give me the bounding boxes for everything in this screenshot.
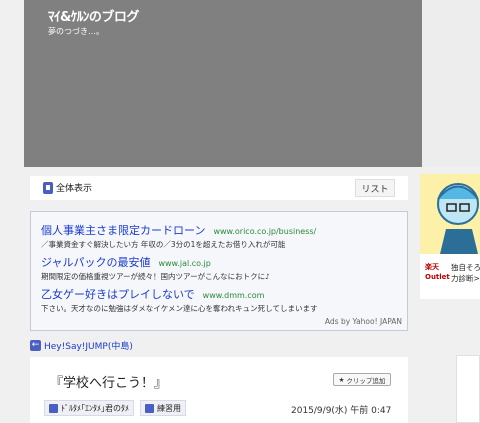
ad-description: ／事業資金すぐ解決したい方 年収の／3分の1を超えたお借り入れが可能 bbox=[41, 240, 286, 249]
folder-icon bbox=[145, 403, 154, 413]
post-title[interactable]: 『学校へ行こう！』 bbox=[50, 372, 167, 391]
all-view-link[interactable]: 全体表示 bbox=[43, 181, 92, 194]
ad-item[interactable]: ジャルパックの最安値 www.jal.co.jp 期間限定の価格重視ツアーが続々！… bbox=[41, 251, 401, 282]
clip-add-label: クリップ追加 bbox=[346, 376, 386, 385]
ad-credit[interactable]: Ads by Yahoo! JAPAN bbox=[325, 317, 402, 326]
tag-folder[interactable]: 練習用 bbox=[140, 400, 186, 416]
post-card: 『学校へ行こう！』 ★ クリップ追加 ﾄﾞﾙﾀﾒ｢ｴﾝﾀﾒ｣君のﾀﾒ 練習用 2… bbox=[30, 357, 408, 423]
anime-character-icon bbox=[420, 174, 480, 254]
blog-title[interactable]: ﾏｲ&ｹﾙﾝのブログ bbox=[48, 6, 139, 25]
ad-url[interactable]: www.jal.co.jp bbox=[158, 259, 210, 268]
category-back-link[interactable]: ← Hey!Say!JUMP(中島) bbox=[30, 339, 133, 352]
blog-subtitle: 夢のつづき…。 bbox=[48, 27, 104, 36]
side-ad-image[interactable] bbox=[420, 174, 480, 254]
ad-title[interactable]: ジャルパックの最安値 bbox=[41, 256, 150, 269]
ad-url[interactable]: www.dmm.com bbox=[203, 291, 265, 300]
ad-block: 個人事業主さま限定カードローン www.orico.co.jp/business/… bbox=[30, 211, 408, 331]
ad-url[interactable]: www.orico.co.jp/business/ bbox=[213, 227, 316, 236]
article-toolbar: 全体表示 リスト bbox=[30, 176, 408, 200]
side-ad[interactable]: 楽天 Outlet 独自そろ... 力診断> bbox=[420, 174, 480, 299]
side-ad-text: 独自そろ... 力診断> bbox=[451, 263, 480, 283]
post-date: 2015/9/9(水) 午前 0:47 bbox=[291, 406, 392, 416]
tag-label: 練習用 bbox=[157, 403, 181, 413]
ad-title[interactable]: 個人事業主さま限定カードローン bbox=[41, 224, 205, 237]
all-view-label: 全体表示 bbox=[56, 184, 93, 194]
theme-icon bbox=[49, 403, 58, 413]
ad-item[interactable]: 乙女ゲー好きはプレイしないで www.dmm.com 下さい。天才なのに勉強はダメ… bbox=[41, 283, 401, 314]
tag-theme[interactable]: ﾄﾞﾙﾀﾒ｢ｴﾝﾀﾒ｣君のﾀﾒ bbox=[44, 400, 134, 416]
right-stripe bbox=[422, 0, 480, 167]
category-back-label: Hey!Say!JUMP(中島) bbox=[44, 342, 133, 352]
ad-title[interactable]: 乙女ゲー好きはプレイしないで bbox=[41, 288, 195, 301]
post-tags: ﾄﾞﾙﾀﾒ｢ｴﾝﾀﾒ｣君のﾀﾒ 練習用 bbox=[44, 400, 186, 416]
side-box bbox=[456, 355, 480, 423]
rakuten-outlet-logo: 楽天 Outlet bbox=[425, 263, 450, 281]
clip-add-button[interactable]: ★ クリップ追加 bbox=[333, 373, 391, 386]
ad-description: 下さい。天才なのに勉強はダメなイケメン達に心を奪われキュン死してしまいます bbox=[41, 304, 318, 313]
ad-description: 期間限定の価格重視ツアーが続々！国内ツアーがこんなにおトクに♪ bbox=[41, 272, 270, 281]
ad-item[interactable]: 個人事業主さま限定カードローン www.orico.co.jp/business/… bbox=[41, 219, 401, 250]
back-arrow-icon: ← bbox=[30, 340, 41, 351]
document-icon bbox=[43, 181, 53, 194]
list-button[interactable]: リスト bbox=[355, 179, 395, 197]
blog-header: ﾏｲ&ｹﾙﾝのブログ 夢のつづき…。 bbox=[24, 0, 422, 167]
tag-label: ﾄﾞﾙﾀﾒ｢ｴﾝﾀﾒ｣君のﾀﾒ bbox=[61, 403, 129, 413]
star-icon: ★ bbox=[338, 375, 345, 384]
